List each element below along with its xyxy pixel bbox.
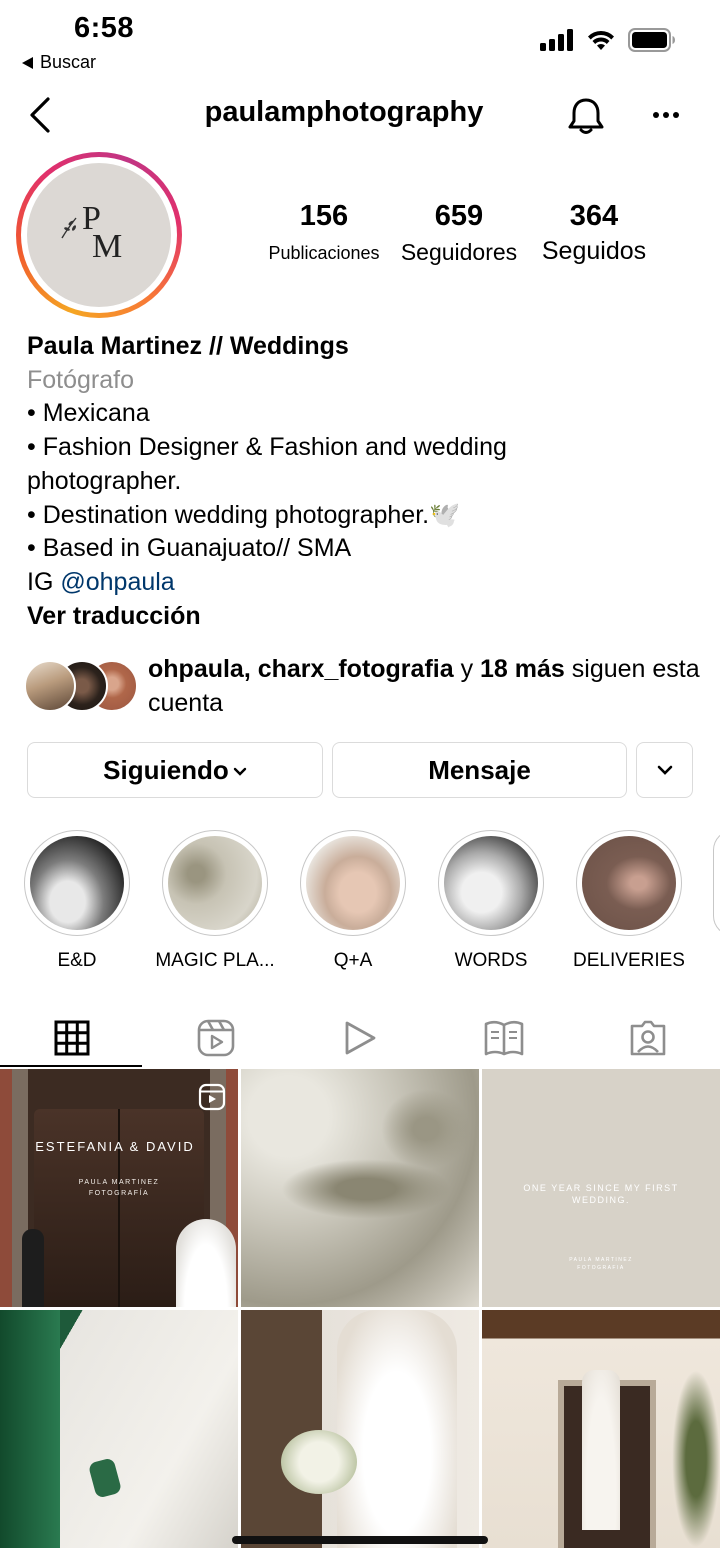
- bio-line: • Mexicana: [27, 399, 150, 428]
- back-triangle-icon: [22, 56, 33, 69]
- profile-bio: Paula Martinez // Weddings Fotógrafo • M…: [27, 330, 707, 633]
- followed-by-more: 18 más: [480, 655, 565, 683]
- following-button[interactable]: Siguiendo: [27, 742, 323, 798]
- post-title: ESTEFANIA & DAVID: [35, 1139, 195, 1154]
- post-thumbnail[interactable]: [482, 1310, 720, 1548]
- ig-prefix: IG: [27, 567, 54, 596]
- highlight-cover: [30, 836, 124, 930]
- active-tab-indicator: [0, 1065, 142, 1067]
- profile-name: Paula Martinez // Weddings: [27, 332, 349, 360]
- pm-logo: P M: [61, 200, 134, 270]
- stat-posts[interactable]: 156 Publicaciones: [262, 200, 386, 264]
- home-indicator: [232, 1536, 488, 1544]
- post-subtitle: PAULA MARTINEZ: [569, 1257, 633, 1263]
- bio-ig-line: IG @ohpaula: [27, 566, 707, 600]
- bell-icon[interactable]: [566, 96, 606, 136]
- profile-category: Fotógrafo: [27, 365, 135, 394]
- status-time: 6:58: [74, 12, 135, 44]
- tab-guides[interactable]: [432, 1010, 576, 1066]
- grid-icon: [54, 1020, 90, 1056]
- tab-reels[interactable]: [144, 1010, 288, 1066]
- highlight-label: WORDS: [454, 950, 528, 971]
- battery-icon: [628, 28, 675, 52]
- message-button-label: Mensaje: [428, 754, 531, 785]
- stat-following[interactable]: 364 Seguidos: [534, 200, 654, 266]
- highlight-label: E&D: [57, 950, 97, 971]
- bio-line: • Fashion Designer & Fashion and wedding…: [27, 433, 507, 495]
- post-subtitle: FOTOGRAFIA: [577, 1265, 625, 1271]
- highlight-item-partial[interactable]: [713, 830, 720, 936]
- video-icon: [345, 1021, 376, 1055]
- post-thumbnail[interactable]: ONE YEAR SINCE MY FIRST WEDDING. PAULA M…: [482, 1069, 720, 1307]
- suggested-dropdown-button[interactable]: [636, 742, 693, 798]
- signal-icon: [540, 29, 573, 51]
- highlight-item[interactable]: E&D: [24, 830, 130, 972]
- wifi-icon: [588, 30, 614, 50]
- back-app-label: Buscar: [40, 52, 97, 72]
- stat-posts-value: 156: [299, 200, 349, 232]
- bio-line: • Based in Guanajuato// SMA: [27, 534, 352, 563]
- more-icon[interactable]: [652, 111, 680, 119]
- highlight-cover: [306, 836, 400, 930]
- post-subtitle: FOTOGRAFÍA: [88, 1190, 150, 1197]
- follower-avatars[interactable]: [24, 660, 140, 712]
- post-thumbnail[interactable]: [0, 1310, 238, 1548]
- status-icons: [540, 28, 676, 52]
- following-button-label: Siguiendo: [103, 754, 229, 785]
- post-title: ONE YEAR SINCE MY FIRST: [523, 1183, 679, 1193]
- followed-by-names: ohpaula, charx_fotografia: [148, 655, 454, 683]
- see-translation-link[interactable]: Ver traducción: [27, 600, 707, 634]
- post-subtitle: PAULA MARTINEZ: [78, 1179, 160, 1186]
- chevron-down-icon: [657, 765, 672, 775]
- chevron-down-icon: [233, 767, 247, 776]
- stat-followers-value: 659: [434, 200, 484, 232]
- highlight-label: MAGIC PLA...: [155, 950, 275, 971]
- avatar: [24, 660, 76, 712]
- bio-line: • Destination wedding photographer.🕊️: [27, 500, 461, 529]
- highlight-item[interactable]: WORDS: [438, 830, 544, 972]
- highlight-item[interactable]: MAGIC PLA...: [155, 830, 275, 972]
- highlight-item[interactable]: DELIVERIES: [573, 830, 685, 972]
- highlight-cover: [444, 836, 538, 930]
- leaf-branch-icon: [61, 217, 77, 239]
- guides-icon: [484, 1020, 524, 1056]
- highlight-cover: [582, 836, 676, 930]
- post-title: WEDDING.: [572, 1195, 630, 1205]
- back-to-app-link[interactable]: Buscar: [22, 52, 96, 73]
- reels-icon: [197, 1019, 235, 1057]
- ig-mention-link[interactable]: @ohpaula: [60, 568, 174, 596]
- reel-badge-icon: [198, 1083, 226, 1111]
- tab-videos[interactable]: [288, 1010, 432, 1066]
- followed-by-joiner: y: [453, 655, 481, 683]
- stat-following-label: Seguidos: [541, 237, 647, 265]
- highlight-label: Q+A: [333, 950, 373, 971]
- tab-grid[interactable]: [0, 1010, 144, 1066]
- highlight-label: DELIVERIES: [573, 950, 685, 971]
- post-thumbnail[interactable]: [241, 1069, 479, 1307]
- tagged-icon: [630, 1020, 666, 1056]
- post-thumbnail[interactable]: ESTEFANIA & DAVID PAULA MARTINEZ FOTOGRA…: [0, 1069, 238, 1307]
- logo-letter-m: M: [92, 228, 123, 265]
- stat-following-value: 364: [569, 200, 619, 232]
- profile-avatar[interactable]: P M: [16, 152, 182, 318]
- message-button[interactable]: Mensaje: [332, 742, 627, 798]
- stat-posts-label: Publicaciones: [268, 243, 380, 263]
- post-thumbnail[interactable]: [241, 1310, 479, 1548]
- highlight-cover: [168, 836, 262, 930]
- stat-followers[interactable]: 659 Seguidores: [396, 200, 522, 266]
- profile-username: paulamphotography: [204, 96, 484, 128]
- stat-followers-label: Seguidores: [400, 239, 518, 265]
- followed-by-text[interactable]: ohpaula, charx_fotografia y 18 más sigue…: [148, 652, 708, 720]
- tab-tagged[interactable]: [576, 1010, 720, 1066]
- highlight-item[interactable]: Q+A: [300, 830, 406, 972]
